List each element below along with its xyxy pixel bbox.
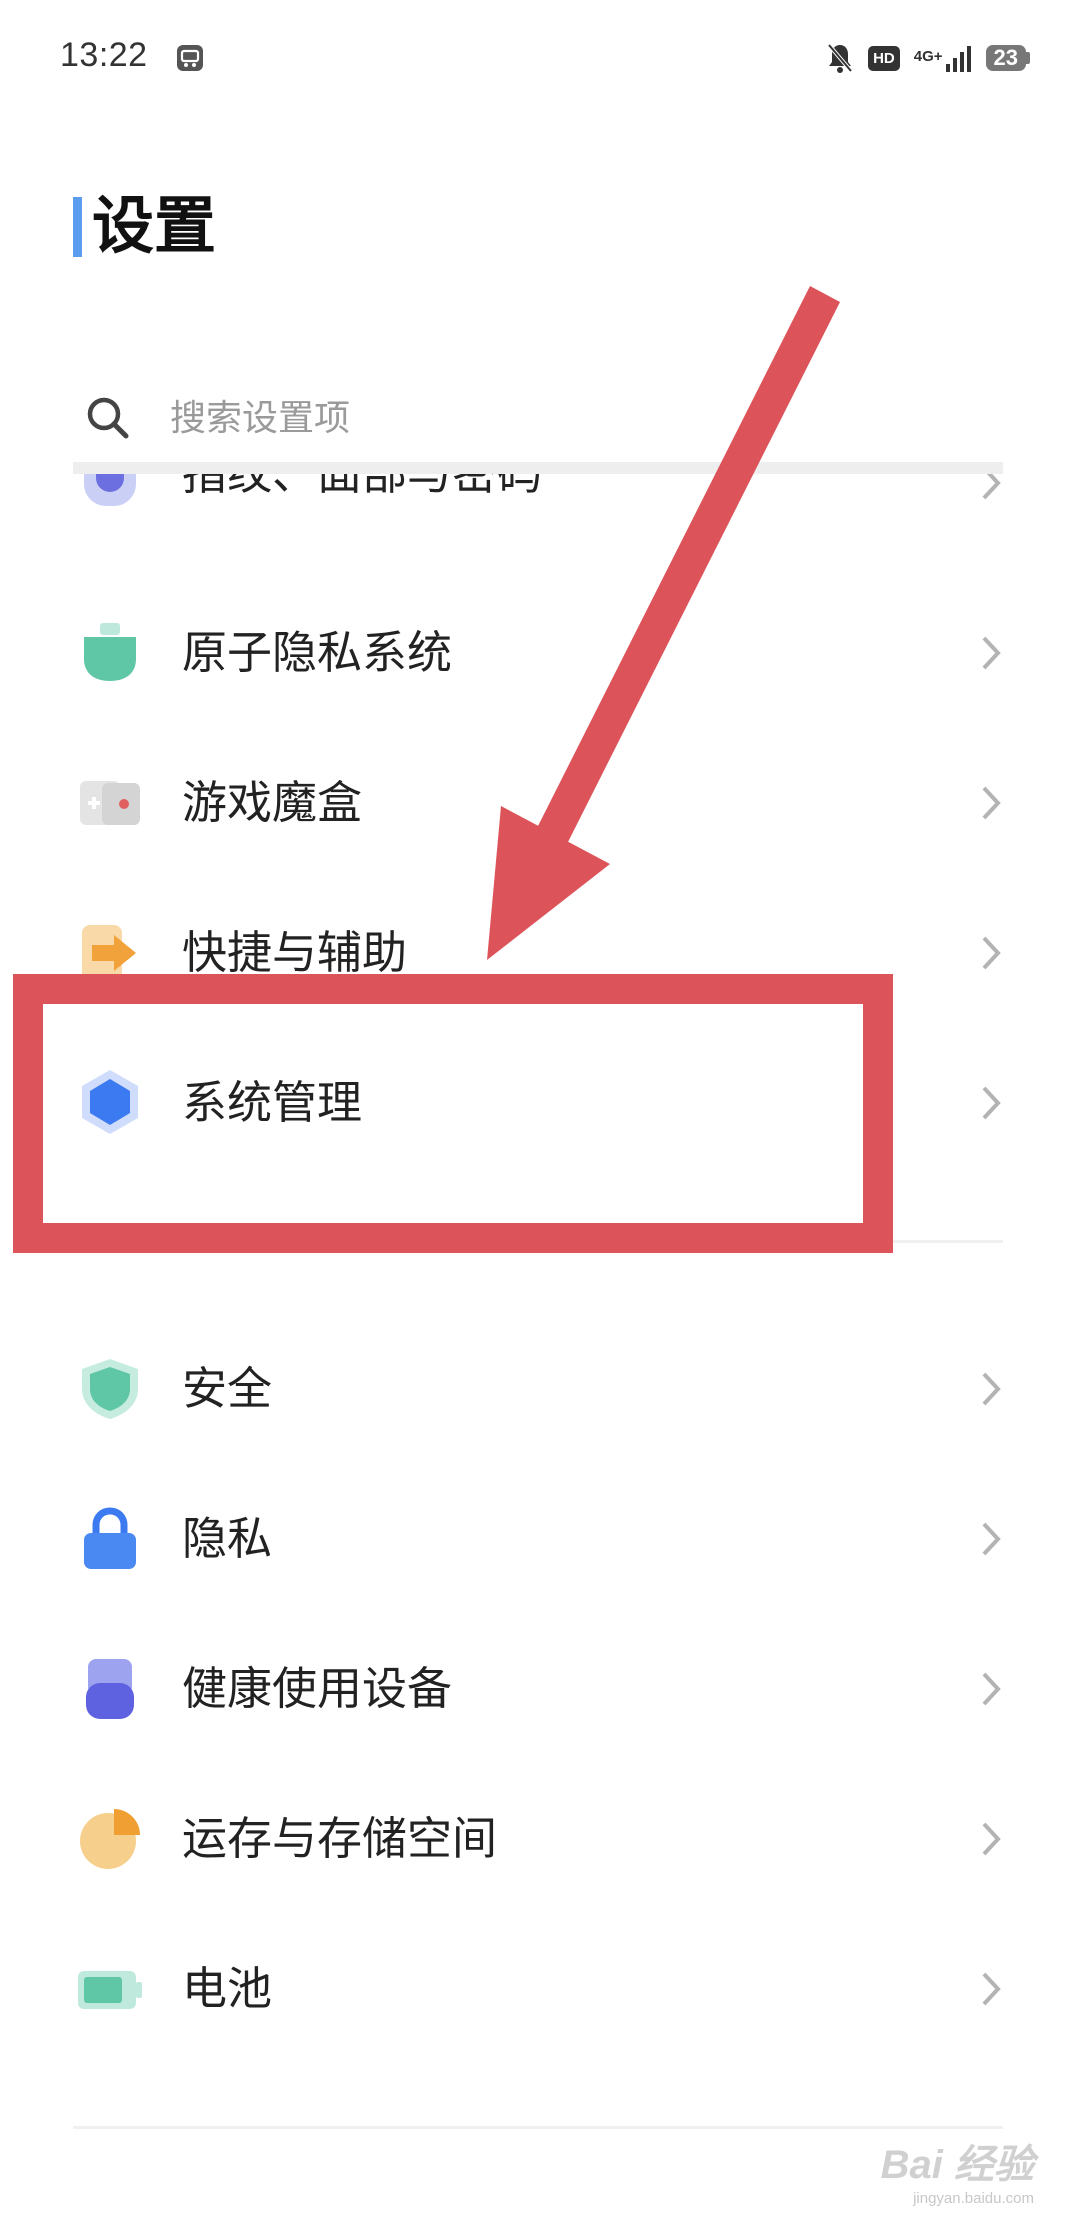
chevron-right-icon (982, 1522, 1001, 1556)
hd-badge: HD (868, 45, 900, 71)
system-management-icon (82, 1070, 138, 1134)
search-input[interactable] (168, 396, 872, 440)
battery-setting-icon (78, 1971, 142, 2009)
list-item[interactable]: 运存与存储空间 (0, 1764, 1076, 1914)
list-item[interactable]: 快捷与辅助 (0, 878, 1076, 1028)
watermark-site: jingyan.baidu.com (913, 2190, 1034, 2207)
fingerprint-icon (84, 474, 136, 506)
chevron-right-icon (982, 936, 1001, 970)
signal-icon (945, 46, 971, 72)
shortcut-icon (82, 925, 136, 981)
storage-pie-icon (80, 1809, 140, 1869)
chevron-right-icon (982, 1086, 1001, 1120)
section-divider (73, 2126, 1003, 2129)
list-item-label: 健康使用设备 (182, 1662, 453, 1715)
status-indicators: HD 4G+ 23 (826, 38, 1030, 78)
list-item-label: 系统管理 (182, 1076, 363, 1129)
network-type: 4G+ (913, 48, 943, 65)
search-bar[interactable] (84, 388, 1004, 448)
list-item[interactable]: 健康使用设备 (0, 1614, 1076, 1764)
list-item[interactable]: 电池 (0, 1914, 1076, 2064)
watermark-brand: Bai 经验 (880, 2143, 1034, 2187)
chevron-right-icon (982, 636, 1001, 670)
chevron-right-icon (982, 1372, 1001, 1406)
battery-icon: 23 (985, 45, 1030, 71)
game-box-icon (80, 781, 140, 825)
list-item[interactable]: 游戏魔盒 (0, 728, 1076, 878)
search-icon (87, 397, 129, 439)
status-time: 13:22 (60, 36, 148, 74)
list-item-label: 隐私 (182, 1512, 273, 1565)
health-use-icon (86, 1659, 134, 1719)
chevron-right-icon (982, 1822, 1001, 1856)
watermark: Bai 经验 jingyan.baidu.com (834, 2132, 1034, 2222)
lock-icon (84, 1507, 136, 1569)
list-item-label: 安全 (182, 1362, 273, 1415)
chevron-right-icon (982, 1672, 1001, 1706)
list-item-label: 指纹、面部与密码 (182, 474, 542, 502)
list-item-label: 原子隐私系统 (182, 626, 453, 679)
chevron-right-icon (982, 1972, 1001, 2006)
page-title: 设置 (92, 189, 217, 262)
battery-level: 23 (985, 45, 1026, 71)
search-divider (73, 462, 1003, 474)
chevron-right-icon (982, 786, 1001, 820)
list-item-label: 运存与存储空间 (182, 1812, 498, 1865)
title-accent-bar (73, 197, 82, 257)
list-item-label: 快捷与辅助 (182, 926, 408, 979)
list-item[interactable]: 安全 (0, 1314, 1076, 1464)
chevron-right-icon (982, 474, 1001, 500)
atom-privacy-icon (84, 623, 136, 681)
list-item-label: 游戏魔盒 (182, 776, 363, 829)
app-notification-icon (177, 45, 203, 71)
signal-indicator: 4G+ (914, 44, 972, 72)
mute-bell-icon (827, 43, 853, 73)
list-item-partial[interactable]: 指纹、面部与密码 (0, 474, 1076, 534)
list-item-label: 电池 (182, 1962, 273, 2015)
shield-icon (82, 1359, 138, 1419)
list-item[interactable]: 隐私 (0, 1464, 1076, 1614)
list-item-system-management[interactable]: 系统管理 (0, 1028, 1076, 1178)
list-item[interactable]: 原子隐私系统 (0, 578, 1076, 728)
section-divider (73, 1240, 1003, 1243)
